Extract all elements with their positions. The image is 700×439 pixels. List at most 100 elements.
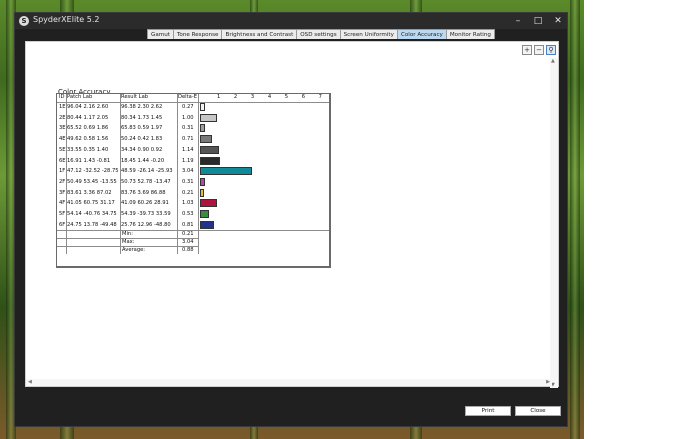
row-result-lab: 34.34 0.90 0.92	[121, 146, 163, 153]
summary-label: Max:	[122, 239, 135, 246]
print-button[interactable]: Print	[465, 406, 511, 416]
row-delta-e: 0.31	[182, 125, 194, 132]
maximize-icon[interactable]: □	[527, 14, 549, 28]
row-result-lab: 96.38 2.30 2.62	[121, 104, 163, 110]
row-patch-lab: 49.62 0.58 1.56	[67, 136, 109, 143]
row-patch-lab: 96.04 2.16 2.60	[67, 104, 109, 110]
row-id: 2F	[59, 178, 66, 185]
summary-label: Average:	[122, 247, 146, 254]
row-delta-e: 1.19	[182, 157, 194, 164]
row-patch-lab: 47.12 -32.52 -28.75	[67, 168, 119, 175]
row-result-lab: 48.59 -26.14 -25.93	[121, 168, 173, 175]
title-bar: S SpyderXElite 5.2 – □ ✕	[15, 13, 567, 29]
app-logo-icon: S	[19, 16, 29, 26]
delta-e-bar	[200, 124, 206, 133]
axis-tick-label: 6	[301, 94, 306, 100]
row-patch-lab: 41.05 60.75 31.17	[67, 200, 115, 207]
view-toolbar: + − ⚲	[520, 45, 556, 55]
axis-tick-label: 7	[318, 94, 322, 100]
row-result-lab: 41.09 60.26 28.91	[121, 200, 169, 207]
tab-screen-uniformity[interactable]: Screen Uniformity	[339, 29, 398, 39]
header-patch-lab: Patch Lab	[67, 94, 93, 100]
delta-e-bar	[200, 177, 206, 186]
close-button[interactable]: Close	[515, 406, 561, 416]
row-delta-e: 0.27	[182, 104, 194, 110]
row-id: 1F	[59, 168, 66, 175]
row-id: 2E	[59, 114, 66, 121]
axis-tick-label: 4	[267, 94, 272, 100]
tab-brightness-contrast[interactable]: Brightness and Contrast	[221, 29, 298, 39]
tab-tone-response[interactable]: Tone Response	[172, 29, 223, 39]
axis-tick-label: 3	[250, 94, 255, 100]
zoom-fit-icon[interactable]: ⚲	[546, 45, 556, 55]
bamboo-stripe	[570, 0, 580, 439]
summary-column-divider	[66, 230, 67, 255]
tab-monitor-rating[interactable]: Monitor Rating	[445, 29, 495, 39]
row-delta-e: 1.03	[182, 200, 194, 207]
row-result-lab: 83.76 3.69 86.88	[121, 189, 166, 196]
row-delta-e: 0.81	[182, 221, 194, 228]
axis-tick-label: 5	[284, 94, 289, 100]
table-divider	[57, 102, 329, 103]
row-id: 6F	[59, 221, 66, 228]
row-result-lab: 54.39 -39.73 33.59	[121, 211, 171, 217]
header-result-lab: Result Lab	[121, 94, 149, 100]
row-patch-lab: 33.55 0.35 1.40	[67, 146, 109, 153]
delta-e-bar	[200, 156, 221, 165]
summary-value: 0.88	[182, 247, 194, 254]
header-delta-e: Delta-E	[178, 94, 197, 100]
row-patch-lab: 80.44 1.17 2.05	[67, 114, 109, 121]
close-window-icon[interactable]: ✕	[547, 14, 569, 28]
zoom-in-icon[interactable]: +	[522, 45, 532, 55]
row-patch-lab: 16.91 1.43 -0.81	[67, 157, 111, 164]
row-delta-e: 0.71	[182, 136, 194, 143]
row-result-lab: 65.83 0.59 1.97	[121, 125, 163, 132]
horizontal-scrollbar[interactable]: ◀ ▶	[26, 379, 552, 386]
zoom-out-icon[interactable]: −	[534, 45, 544, 55]
row-patch-lab: 50.49 53.45 -13.55	[67, 178, 117, 185]
tab-osd-settings[interactable]: OSD settings	[296, 29, 341, 39]
delta-e-bar	[200, 113, 217, 122]
row-delta-e: 1.00	[182, 114, 194, 121]
row-delta-e: 0.21	[182, 189, 194, 196]
summary-value: 3.04	[182, 239, 194, 246]
window-title: SpyderXElite 5.2	[33, 15, 100, 24]
row-delta-e: 0.53	[182, 211, 194, 217]
desktop-blank-area	[584, 0, 700, 439]
scroll-right-icon[interactable]: ▶	[546, 379, 550, 386]
row-id: 6E	[59, 157, 66, 164]
delta-e-bar	[200, 220, 214, 229]
row-patch-lab: 54.14 -40.76 34.75	[67, 211, 117, 217]
row-id: 4E	[59, 136, 66, 143]
row-result-lab: 80.34 1.73 1.45	[121, 114, 163, 121]
tab-gamut[interactable]: Gamut	[147, 29, 174, 39]
delta-e-bar	[200, 145, 220, 154]
summary-column-divider	[198, 230, 199, 255]
minimize-icon[interactable]: –	[507, 14, 529, 28]
row-id: 3F	[59, 189, 66, 196]
summary-label: Min:	[122, 231, 133, 238]
delta-e-bar	[200, 210, 209, 218]
row-result-lab: 50.73 52.78 -13.47	[121, 178, 171, 185]
row-delta-e: 3.04	[182, 168, 194, 175]
row-delta-e: 1.14	[182, 146, 194, 153]
scroll-left-icon[interactable]: ◀	[28, 379, 32, 386]
row-delta-e: 0.31	[182, 178, 194, 185]
row-result-lab: 18.45 1.44 -0.20	[121, 157, 165, 164]
scroll-up-icon[interactable]: ▲	[551, 58, 555, 64]
row-patch-lab: 24.75 13.78 -49.48	[67, 221, 117, 228]
report-tabs: Gamut Tone Response Brightness and Contr…	[147, 29, 495, 39]
row-patch-lab: 83.61 3.36 87.02	[67, 189, 112, 196]
row-result-lab: 25.76 12.96 -48.80	[121, 221, 171, 228]
row-patch-lab: 65.52 0.69 1.86	[67, 125, 109, 132]
row-id: 5F	[59, 211, 66, 217]
summary-column-divider	[120, 230, 121, 255]
color-accuracy-table: ID Patch Lab Result Lab Delta-E 1 2 3 4 5 6 7 1E 96.…	[56, 93, 331, 268]
summary-column-divider	[177, 230, 178, 255]
tab-color-accuracy[interactable]: Color Accuracy	[396, 29, 447, 39]
delta-e-bar	[200, 199, 218, 208]
column-divider	[177, 94, 178, 231]
vertical-scrollbar[interactable]: ▲ ▼	[550, 58, 558, 388]
row-id: 1E	[59, 104, 66, 110]
axis-tick-label: 2	[233, 94, 238, 100]
